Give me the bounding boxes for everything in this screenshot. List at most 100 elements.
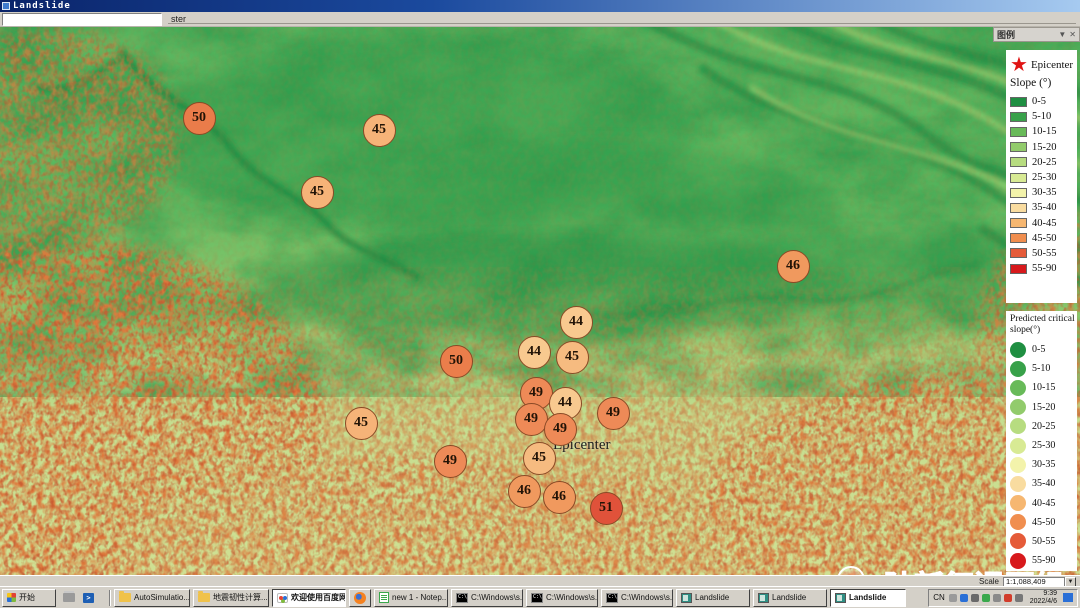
slope-legend-row: 50-55 xyxy=(1010,246,1077,261)
keyboard-icon[interactable] xyxy=(949,594,957,602)
slope-marker[interactable]: 45 xyxy=(345,407,378,440)
map-canvas[interactable]: Epicenter 504545464444455049444949454945… xyxy=(0,27,1080,575)
predicted-swatch-circle xyxy=(1010,361,1026,377)
slope-marker[interactable]: 49 xyxy=(515,403,548,436)
app-icon xyxy=(2,2,10,10)
taskbar-clock[interactable]: 9:39 2022/4/6 xyxy=(1030,590,1057,606)
slope-marker[interactable]: 50 xyxy=(440,345,473,378)
slope-marker[interactable]: 44 xyxy=(518,336,551,369)
slope-marker[interactable]: 45 xyxy=(363,114,396,147)
slope-marker[interactable]: 49 xyxy=(544,413,577,446)
slope-range-label: 30-35 xyxy=(1032,187,1057,198)
slope-marker[interactable]: 49 xyxy=(434,445,467,478)
taskbar-button-firefox[interactable] xyxy=(349,589,371,607)
slope-range-label: 15-20 xyxy=(1032,142,1057,153)
slope-marker[interactable]: 45 xyxy=(523,442,556,475)
epicenter-star-icon: ★ xyxy=(1010,56,1028,74)
predicted-range-label: 10-15 xyxy=(1032,382,1055,393)
slope-marker[interactable]: 49 xyxy=(597,397,630,430)
slope-legend-row: 5-10 xyxy=(1010,109,1077,124)
taskbar-button-new-1-notep-[interactable]: new 1 - Notep... xyxy=(374,589,448,607)
layer-combo-input[interactable] xyxy=(2,13,162,26)
taskbar-button-c-windows-s-[interactable]: C:\C:\Windows\s... xyxy=(526,589,598,607)
slope-marker[interactable]: 50 xyxy=(183,102,216,135)
predicted-swatch-circle xyxy=(1010,418,1026,434)
taskbar-button-label: Landslide xyxy=(772,593,806,602)
taskbar-button-c-windows-s-[interactable]: C:\C:\Windows\s... xyxy=(451,589,523,607)
chevron-up-icon[interactable] xyxy=(971,594,979,602)
predicted-range-label: 50-55 xyxy=(1032,536,1055,547)
slope-legend-row: 55-90 xyxy=(1010,261,1077,276)
slope-legend-row: 30-35 xyxy=(1010,185,1077,200)
powershell-icon[interactable]: > xyxy=(83,593,94,603)
scale-value-dropdown[interactable]: 1:1,088,409 xyxy=(1003,577,1065,587)
slope-legend-row: 40-45 xyxy=(1010,216,1077,231)
taskbar-button-autosimulatio-[interactable]: AutoSimulatio... xyxy=(114,589,190,607)
slope-marker[interactable]: 51 xyxy=(590,492,623,525)
network-icon[interactable] xyxy=(1015,594,1023,602)
slope-swatch xyxy=(1010,248,1027,258)
legend-predicted-box: Predicted critical slope(°) 0-55-1010-15… xyxy=(1006,311,1077,571)
predicted-legend-row: 25-30 xyxy=(1010,436,1077,455)
legend-epicenter-row: ★ Epicenter xyxy=(1010,53,1077,77)
shield-icon[interactable] xyxy=(982,594,990,602)
landslide-icon xyxy=(758,593,769,603)
taskbar-button-c-windows-s-[interactable]: C:\C:\Windows\s... xyxy=(601,589,673,607)
start-button[interactable]: 开始 xyxy=(2,589,56,607)
predicted-swatch-circle xyxy=(1010,495,1026,511)
system-tray: CN 9:39 2022/4/6 xyxy=(928,589,1078,607)
taskbar-button-label: AutoSimulatio... xyxy=(134,593,190,602)
landslide-icon xyxy=(681,593,692,603)
pin-icon[interactable]: ▼ xyxy=(1058,30,1066,39)
predicted-legend-row: 30-35 xyxy=(1010,455,1077,474)
taskbar-button-landslide[interactable]: Landslide xyxy=(753,589,827,607)
firefox-icon xyxy=(354,592,366,604)
folder-icon xyxy=(119,593,131,602)
legend-header[interactable]: 图例 ▼ ✕ xyxy=(993,27,1080,42)
slope-range-label: 0-5 xyxy=(1032,96,1046,107)
taskbar-button--[interactable]: 地震韧性计算... xyxy=(193,589,269,607)
taskbar-button-label: new 1 - Notep... xyxy=(392,593,448,602)
slope-range-label: 25-30 xyxy=(1032,172,1057,183)
slope-legend-row: 0-5 xyxy=(1010,94,1077,109)
slope-marker[interactable]: 46 xyxy=(543,481,576,514)
printer-icon[interactable] xyxy=(63,593,75,602)
taskbar-button-landslide[interactable]: Landslide xyxy=(676,589,750,607)
predicted-range-label: 30-35 xyxy=(1032,459,1055,470)
taskbar-button-label: 欢迎使用百度网盘 xyxy=(291,592,346,603)
predicted-range-label: 20-25 xyxy=(1032,421,1055,432)
slope-range-label: 40-45 xyxy=(1032,218,1057,229)
slope-swatch xyxy=(1010,142,1027,152)
legend-slope-box: ★ Epicenter Slope (°) 0-5 5-10 10-15 15-20 2… xyxy=(1006,50,1077,303)
slope-marker[interactable]: 46 xyxy=(777,250,810,283)
predicted-legend-row: 55-90 xyxy=(1010,551,1077,570)
slope-swatch xyxy=(1010,97,1027,107)
slope-marker[interactable]: 46 xyxy=(508,475,541,508)
taskbar-button-landslide[interactable]: Landslide xyxy=(830,589,906,607)
scale-dropdown-arrow-icon[interactable]: ▼ xyxy=(1065,577,1076,587)
slope-swatch xyxy=(1010,218,1027,228)
flag-icon[interactable] xyxy=(993,594,1001,602)
predicted-legend-row: 45-50 xyxy=(1010,513,1077,532)
slope-range-label: 50-55 xyxy=(1032,248,1057,259)
language-bar-icon[interactable] xyxy=(1063,593,1073,602)
title-bar[interactable]: Landslide xyxy=(0,0,1080,12)
alert-icon[interactable] xyxy=(1004,594,1012,602)
taskbar-button-label: Landslide xyxy=(695,593,729,602)
legend-epicenter-label: Epicenter xyxy=(1031,59,1073,71)
globe-icon[interactable] xyxy=(960,594,968,602)
taskbar-button--[interactable]: 欢迎使用百度网盘 xyxy=(272,589,346,607)
slope-range-label: 5-10 xyxy=(1032,111,1051,122)
slope-legend-row: 15-20 xyxy=(1010,140,1077,155)
slope-marker[interactable]: 45 xyxy=(301,176,334,209)
close-icon[interactable]: ✕ xyxy=(1069,30,1076,39)
start-button-label: 开始 xyxy=(19,592,35,603)
slope-marker[interactable]: 45 xyxy=(556,341,589,374)
slope-swatch xyxy=(1010,127,1027,137)
language-indicator[interactable]: CN xyxy=(933,593,945,602)
slope-marker[interactable]: 44 xyxy=(560,306,593,339)
slope-swatch xyxy=(1010,157,1027,167)
toolbar-divider xyxy=(168,23,1076,26)
slope-legend-title: Slope (°) xyxy=(1010,77,1077,94)
slope-range-label: 10-15 xyxy=(1032,126,1057,137)
